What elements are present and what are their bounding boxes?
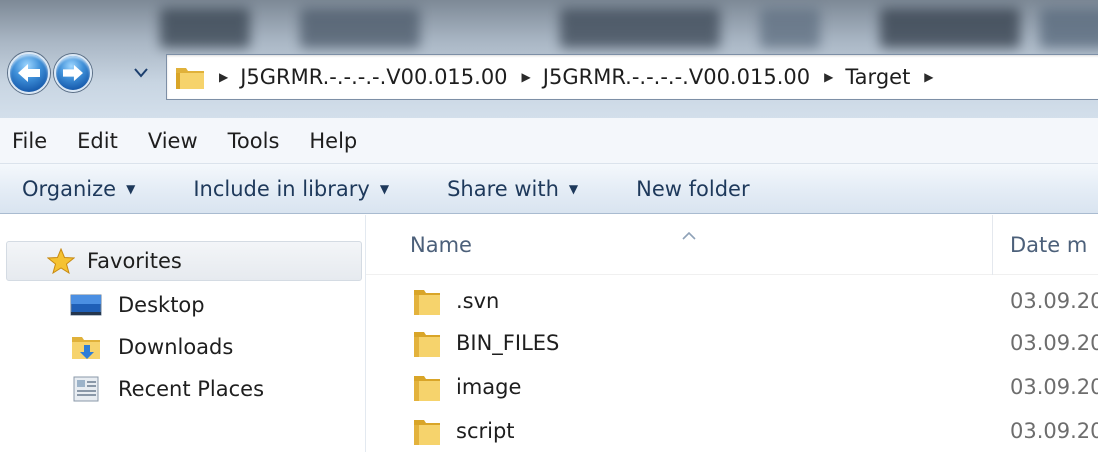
- breadcrumb-arrow-icon[interactable]: ▶: [824, 70, 833, 84]
- chevron-down-icon: ▼: [379, 181, 390, 196]
- menu-view[interactable]: View: [148, 129, 198, 153]
- nav-item-downloads[interactable]: Downloads: [0, 327, 366, 367]
- new-folder-button[interactable]: New folder: [636, 177, 749, 201]
- column-header-name[interactable]: Name: [410, 233, 472, 257]
- file-date: 03.09.20: [1010, 331, 1098, 355]
- folder-icon: [414, 332, 440, 357]
- breadcrumb-arrow-icon[interactable]: ▶: [924, 70, 933, 84]
- folder-icon: [414, 290, 440, 315]
- nav-item-label: Recent Places: [118, 377, 265, 401]
- nav-item-label: Downloads: [118, 335, 234, 359]
- nav-item-label: Desktop: [118, 293, 205, 317]
- breadcrumb-arrow-icon[interactable]: ▶: [522, 70, 531, 84]
- breadcrumb-item[interactable]: ▶ J5GRMR.-.-.-.-.V00.015.00: [522, 65, 811, 89]
- breadcrumb-item[interactable]: ▶ J5GRMR.-.-.-.-.V00.015.00: [219, 65, 508, 89]
- arrow-left-icon: [18, 64, 40, 82]
- breadcrumb-item[interactable]: ▶: [924, 70, 945, 84]
- file-name: .svn: [456, 289, 500, 313]
- star-icon: [45, 247, 77, 275]
- file-date: 03.09.20: [1010, 375, 1098, 399]
- recent-places-icon: [70, 375, 102, 403]
- file-row[interactable]: .svn 03.09.20: [366, 281, 1098, 321]
- file-name: image: [456, 375, 522, 399]
- forward-button[interactable]: [54, 54, 92, 92]
- breadcrumb-item[interactable]: ▶ Target: [824, 65, 910, 89]
- desktop-icon: [70, 291, 102, 319]
- address-bar[interactable]: ▶ J5GRMR.-.-.-.-.V00.015.00 ▶ J5GRMR.-.-…: [166, 54, 1098, 100]
- back-button[interactable]: [8, 52, 50, 94]
- menu-file[interactable]: File: [12, 129, 47, 153]
- menu-tools[interactable]: Tools: [228, 129, 280, 153]
- file-row[interactable]: script 03.09.20: [366, 411, 1098, 451]
- column-divider[interactable]: [992, 215, 993, 275]
- breadcrumb-label: J5GRMR.-.-.-.-.V00.015.00: [240, 65, 508, 89]
- nav-item-label: Favorites: [87, 249, 182, 273]
- menu-edit[interactable]: Edit: [77, 129, 118, 153]
- nav-item-desktop[interactable]: Desktop: [0, 285, 366, 325]
- command-bar: Organize ▼ Include in library ▼ Share wi…: [0, 164, 1098, 214]
- menu-help[interactable]: Help: [309, 129, 357, 153]
- nav-item-favorites[interactable]: Favorites: [6, 241, 362, 281]
- navigation-pane: Favorites Desktop Downloads Recent Place…: [0, 215, 366, 452]
- organize-label: Organize: [22, 176, 117, 201]
- column-header-date[interactable]: Date m: [1010, 233, 1087, 257]
- sort-ascending-icon: [682, 221, 696, 245]
- folder-icon: [176, 68, 204, 89]
- downloads-folder-icon: [70, 333, 102, 361]
- share-with-label: Share with: [447, 176, 559, 201]
- chevron-down-icon: [134, 68, 148, 78]
- file-date: 03.09.20: [1010, 419, 1098, 443]
- nav-item-recent-places[interactable]: Recent Places: [0, 369, 366, 409]
- chevron-down-icon: ▼: [568, 181, 579, 196]
- organize-button[interactable]: Organize ▼: [22, 177, 135, 201]
- arrow-right-icon: [63, 64, 83, 82]
- folder-icon: [414, 420, 440, 445]
- file-name: script: [456, 419, 515, 443]
- file-list: Name Date m .svn 03.09.20 BIN_FILES 03.0…: [366, 215, 1098, 452]
- breadcrumb-label: J5GRMR.-.-.-.-.V00.015.00: [542, 65, 811, 89]
- share-with-button[interactable]: Share with ▼: [447, 177, 578, 201]
- breadcrumb-arrow-icon[interactable]: ▶: [219, 70, 228, 84]
- file-date: 03.09.20: [1010, 289, 1098, 313]
- include-in-library-label: Include in library: [193, 176, 370, 201]
- column-header-row: Name Date m: [366, 215, 1098, 275]
- menu-bar: File Edit View Tools Help: [0, 118, 1098, 164]
- include-in-library-button[interactable]: Include in library ▼: [193, 177, 389, 201]
- folder-icon: [414, 376, 440, 401]
- file-row[interactable]: BIN_FILES 03.09.20: [366, 323, 1098, 363]
- breadcrumb-label: Target: [845, 65, 911, 89]
- file-row[interactable]: image 03.09.20: [366, 367, 1098, 407]
- new-folder-label: New folder: [636, 176, 750, 201]
- recent-pages-dropdown[interactable]: [134, 66, 148, 80]
- window-titlebar: ▶ J5GRMR.-.-.-.-.V00.015.00 ▶ J5GRMR.-.-…: [0, 0, 1098, 118]
- file-name: BIN_FILES: [456, 331, 560, 355]
- chevron-down-icon: ▼: [126, 181, 136, 196]
